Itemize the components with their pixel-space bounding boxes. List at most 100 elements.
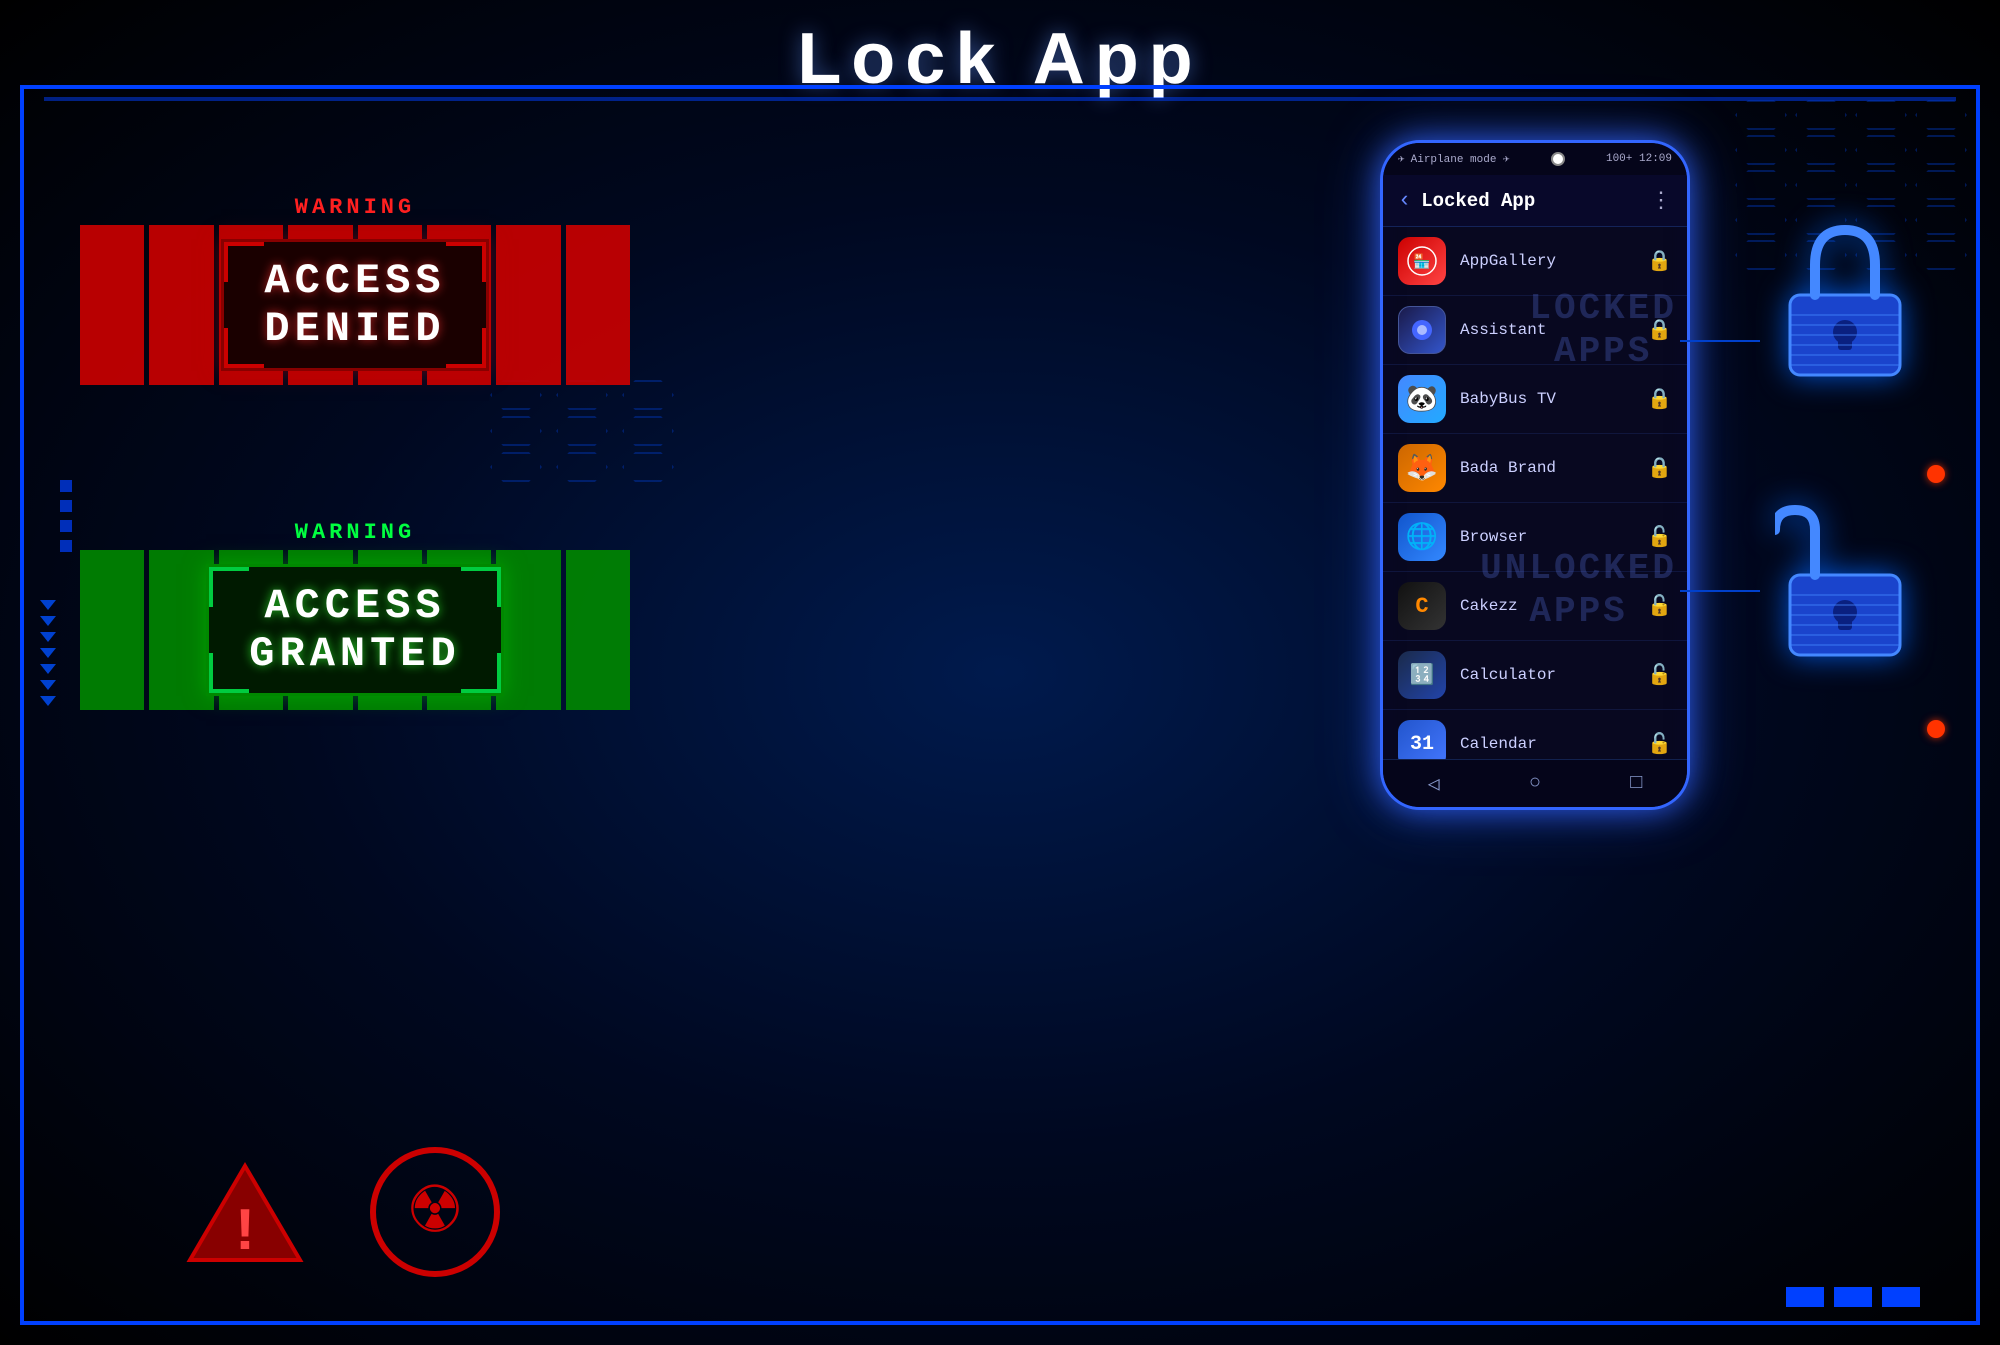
app-name: Cakezz (1460, 597, 1647, 615)
square-decoration (60, 540, 72, 552)
square-decoration (60, 520, 72, 532)
stripe (566, 225, 630, 385)
app-icon-bada: 🦊 (1398, 444, 1446, 492)
access-denied-text-box: ACCESS DENIED (221, 239, 488, 372)
corner-decoration (461, 653, 501, 693)
access-denied-container: WARNING ACCESS DENIED (80, 195, 630, 385)
svg-text:!: ! (227, 1200, 263, 1265)
unlocked-icon[interactable]: 🔓 (1647, 731, 1672, 757)
locked-icon[interactable]: 🔒 (1647, 455, 1672, 481)
access-denied-banner: ACCESS DENIED (80, 225, 630, 385)
square-decoration (1882, 1287, 1920, 1307)
phone-status-bar: ✈ Airplane mode ✈ 100+ 12:09 (1383, 143, 1687, 175)
square-decoration (1834, 1287, 1872, 1307)
svg-text:🏪: 🏪 (1413, 253, 1430, 271)
right-decoration (1950, 100, 1980, 1307)
app-icon-calculator: 🔢 (1398, 651, 1446, 699)
back-button[interactable]: ‹ (1398, 188, 1411, 213)
list-item[interactable]: Assistant 🔒 (1383, 296, 1687, 365)
phone-nav-bar: ◁ ○ □ (1383, 759, 1687, 807)
status-bar-left-text: Airplane mode ✈ (1411, 152, 1510, 166)
chevron-icon (40, 600, 56, 610)
square-pattern-left (60, 480, 72, 552)
connection-line-bottom (1680, 590, 1760, 592)
red-dot-top (1927, 465, 1945, 483)
list-item[interactable]: 🐼 BabyBus TV 🔒 (1383, 365, 1687, 434)
locked-icon[interactable]: 🔒 (1647, 386, 1672, 412)
app-icon-assistant (1398, 306, 1446, 354)
chevrons-left (40, 600, 56, 706)
stripe (80, 550, 144, 710)
access-granted-text-box: ACCESS GRANTED (206, 564, 503, 697)
bottom-border-decoration (20, 1307, 1980, 1325)
radiation-icon: ☢ (411, 1172, 459, 1252)
warning-label-denied: WARNING (80, 195, 630, 220)
stripe (566, 550, 630, 710)
hex-grid-bottom-left (490, 380, 682, 482)
locked-lock-icon (1775, 220, 1915, 380)
app-name: Bada Brand (1460, 459, 1647, 477)
app-name: Calendar (1460, 735, 1647, 753)
chevron-icon (40, 680, 56, 690)
app-name: BabyBus TV (1460, 390, 1647, 408)
unlocked-icon[interactable]: 🔓 (1647, 593, 1672, 619)
chevron-icon (40, 632, 56, 642)
chevron-icon (40, 648, 56, 658)
bottom-squares (1786, 1287, 1920, 1307)
unlocked-icon[interactable]: 🔓 (1647, 524, 1672, 550)
app-icon-calendar: 31 (1398, 720, 1446, 759)
large-locked-lock (1770, 220, 1920, 380)
status-bar-left: ✈ Airplane mode ✈ (1398, 152, 1510, 166)
square-decoration (60, 500, 72, 512)
app-name: Browser (1460, 528, 1647, 546)
battery-time-text: 100+ 12:09 (1606, 153, 1672, 165)
radiation-symbol: ☢ (370, 1147, 500, 1277)
locked-icon[interactable]: 🔒 (1647, 317, 1672, 343)
camera-dot (1551, 152, 1565, 166)
corner-decoration (446, 242, 486, 282)
stripe (149, 225, 213, 385)
corner-decoration (446, 328, 486, 368)
status-bar-right: 100+ 12:09 (1606, 153, 1672, 165)
square-decoration (1786, 1287, 1824, 1307)
app-name: Assistant (1460, 321, 1647, 339)
access-granted-container: WARNING ACCESS GRANTED (80, 520, 630, 710)
warning-triangle-icon: ! (185, 1161, 305, 1265)
red-dot-bottom (1927, 720, 1945, 738)
access-granted-banner: ACCESS GRANTED (80, 550, 630, 710)
chevron-icon (40, 664, 56, 674)
corner-decoration (224, 242, 264, 282)
app-icon-babybus: 🐼 (1398, 375, 1446, 423)
phone-header: ‹ Locked App ⋮ (1383, 175, 1687, 227)
corner-decoration (224, 328, 264, 368)
app-name: AppGallery (1460, 252, 1647, 270)
list-item[interactable]: 31 Calendar 🔓 (1383, 710, 1687, 759)
app-icon-cakezz: C (1398, 582, 1446, 630)
app-icon-appgallery: 🏪 (1398, 237, 1446, 285)
corner-decoration (209, 653, 249, 693)
locked-icon[interactable]: 🔒 (1647, 248, 1672, 274)
phone-content: 🏪 AppGallery 🔒 Assistant 🔒 🐼 BabyBus TV (1383, 227, 1687, 759)
screen-title: Locked App (1421, 190, 1640, 212)
nav-back-button[interactable]: ◁ (1428, 771, 1440, 797)
phone-mockup: ✈ Airplane mode ✈ 100+ 12:09 ‹ Locked Ap… (1380, 140, 1690, 810)
nav-recent-button[interactable]: □ (1630, 772, 1642, 795)
stripe (80, 225, 144, 385)
chevron-icon (40, 696, 56, 706)
list-item[interactable]: 🏪 AppGallery 🔒 (1383, 227, 1687, 296)
stripe (496, 550, 560, 710)
connection-line-top (1680, 340, 1760, 342)
stripe (496, 225, 560, 385)
chevron-icon (40, 616, 56, 626)
nav-home-button[interactable]: ○ (1529, 772, 1541, 795)
square-decoration (60, 480, 72, 492)
list-item[interactable]: 🔢 Calculator 🔓 (1383, 641, 1687, 710)
more-options-button[interactable]: ⋮ (1650, 188, 1672, 214)
list-item[interactable]: C Cakezz 🔓 (1383, 572, 1687, 641)
unlocked-icon[interactable]: 🔓 (1647, 662, 1672, 688)
unlocked-lock-icon (1775, 500, 1915, 660)
list-item[interactable]: 🌐 Browser 🔓 (1383, 503, 1687, 572)
app-icon-browser: 🌐 (1398, 513, 1446, 561)
list-item[interactable]: 🦊 Bada Brand 🔒 (1383, 434, 1687, 503)
large-unlocked-lock (1770, 500, 1920, 660)
